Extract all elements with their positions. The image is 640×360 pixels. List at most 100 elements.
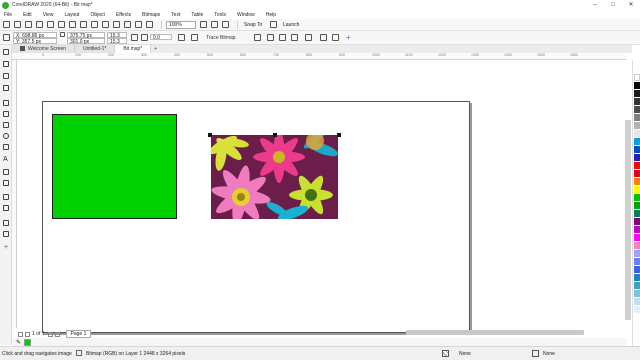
palette-swatch[interactable] [634,178,640,185]
menu-text[interactable]: Text [171,12,180,18]
lock-ratio-icon[interactable] [131,34,138,41]
menu-help[interactable]: Help [266,12,276,18]
previous-page-icon[interactable] [25,331,30,337]
selection-handle-top-right[interactable] [337,133,341,137]
tab-bit-map[interactable]: Bit map* [115,45,152,53]
fill-indicator-icon[interactable] [442,350,449,357]
parallel-dimension-tool-icon[interactable] [3,169,9,175]
zoom-level-combo[interactable]: 100% [166,20,196,29]
object-origin-icon[interactable] [3,34,10,41]
bitmap-color-mask-icon[interactable] [291,34,298,41]
palette-swatch[interactable] [634,306,640,313]
tab-welcome-screen[interactable]: Welcome Screen [12,45,75,53]
full-screen-icon[interactable] [200,21,207,28]
polygon-tool-icon[interactable] [3,144,9,150]
menu-window[interactable]: Window [237,12,255,18]
palette-swatch[interactable] [634,258,640,265]
palette-swatch[interactable] [634,170,640,177]
rectangle-tool-icon[interactable] [3,122,9,128]
zoom-tool-icon[interactable] [3,85,9,91]
palette-swatch[interactable] [634,226,640,233]
palette-swatch[interactable] [634,202,640,209]
cloud-upload-icon[interactable] [47,21,54,28]
mirror-horizontal-icon[interactable] [178,34,185,41]
menu-edit[interactable]: Edit [23,12,32,18]
tab-untitled-1[interactable]: Untitled-1* [74,45,116,53]
trace-bitmap-button[interactable]: Trace Bitmap [206,35,236,41]
launch-dropdown[interactable]: Launch [281,21,307,29]
palette-swatch[interactable] [634,298,640,305]
height-field[interactable]: 301.0 px [67,38,105,45]
outline-pen-icon[interactable] [532,350,539,357]
flower-bitmap-image[interactable] [211,135,338,219]
text-tool-icon[interactable]: A [3,156,9,163]
minimize-button[interactable]: – [586,0,604,10]
y-position-field[interactable]: Y: 357.5 px [13,38,57,45]
eyedropper-tool-icon[interactable] [3,220,9,226]
palette-swatch[interactable] [634,130,640,137]
horizontal-scrollbar[interactable] [406,330,584,335]
mirror-vertical-icon[interactable] [191,34,198,41]
rulers-icon[interactable] [211,21,218,28]
maximize-button[interactable]: □ [604,0,622,10]
palette-swatch[interactable] [634,282,640,289]
menu-object[interactable]: Object [90,12,104,18]
ellipse-tool-icon[interactable] [3,133,9,139]
palette-swatch[interactable] [634,154,640,161]
link-bitmap-icon[interactable] [305,34,312,41]
last-page-icon[interactable] [54,331,60,337]
palette-swatch[interactable] [634,122,640,129]
menu-file[interactable]: File [4,12,12,18]
palette-swatch[interactable] [634,218,640,225]
pick-tool-icon[interactable] [3,49,9,55]
paste-icon[interactable] [80,21,87,28]
options-gear-icon[interactable] [270,21,277,28]
palette-swatch[interactable] [634,290,640,297]
cut-icon[interactable] [58,21,65,28]
crop-bitmap-icon[interactable] [254,34,261,41]
green-rectangle-object[interactable] [52,114,177,219]
selection-handle-top-middle[interactable] [273,133,277,137]
add-icon[interactable]: + [346,33,351,42]
drop-shadow-tool-icon[interactable] [3,194,9,200]
shape-tool-icon[interactable] [3,61,9,67]
palette-swatch[interactable] [634,242,640,249]
palette-swatch[interactable] [634,186,640,193]
palette-swatch[interactable] [634,138,640,145]
palette-swatch[interactable] [634,98,640,105]
horizontal-ruler[interactable]: 0 100 200 300 400 500 600 700 800 900 1000 1100 1200… [12,53,626,60]
palette-swatch[interactable] [634,146,640,153]
next-page-icon[interactable] [47,331,53,337]
freehand-tool-icon[interactable] [3,100,9,106]
close-button[interactable]: ✕ [622,0,640,10]
palette-swatch[interactable] [634,234,640,241]
add-tool-icon[interactable]: + [4,244,8,251]
vertical-scrollbar[interactable] [625,120,631,320]
document-color-swatch[interactable] [24,338,32,346]
scale-height-field[interactable]: 15.3 [107,38,127,45]
open-icon[interactable] [14,21,21,28]
export-icon[interactable] [135,21,142,28]
palette-swatch[interactable] [634,194,640,201]
resample-icon[interactable] [279,34,286,41]
crop-tool-icon[interactable] [3,73,9,79]
import-icon[interactable] [124,21,131,28]
to-front-icon[interactable] [320,34,327,41]
new-document-icon[interactable] [3,21,10,28]
menu-table[interactable]: Table [191,12,203,18]
eyedropper-icon[interactable]: ✎ [16,339,21,346]
palette-swatch[interactable] [634,250,640,257]
palette-swatch[interactable] [634,210,640,217]
palette-swatch[interactable] [634,114,640,121]
menu-effects[interactable]: Effects [116,12,131,18]
palette-swatch[interactable] [634,266,640,273]
palette-swatch[interactable] [634,74,640,81]
to-back-icon[interactable] [332,34,339,41]
new-tab-button[interactable]: + [151,45,160,53]
connector-tool-icon[interactable] [3,180,9,186]
menu-tools[interactable]: Tools [214,12,226,18]
palette-swatch[interactable] [634,106,640,113]
print-icon[interactable] [36,21,43,28]
interactive-fill-tool-icon[interactable] [3,231,9,237]
copy-icon[interactable] [69,21,76,28]
